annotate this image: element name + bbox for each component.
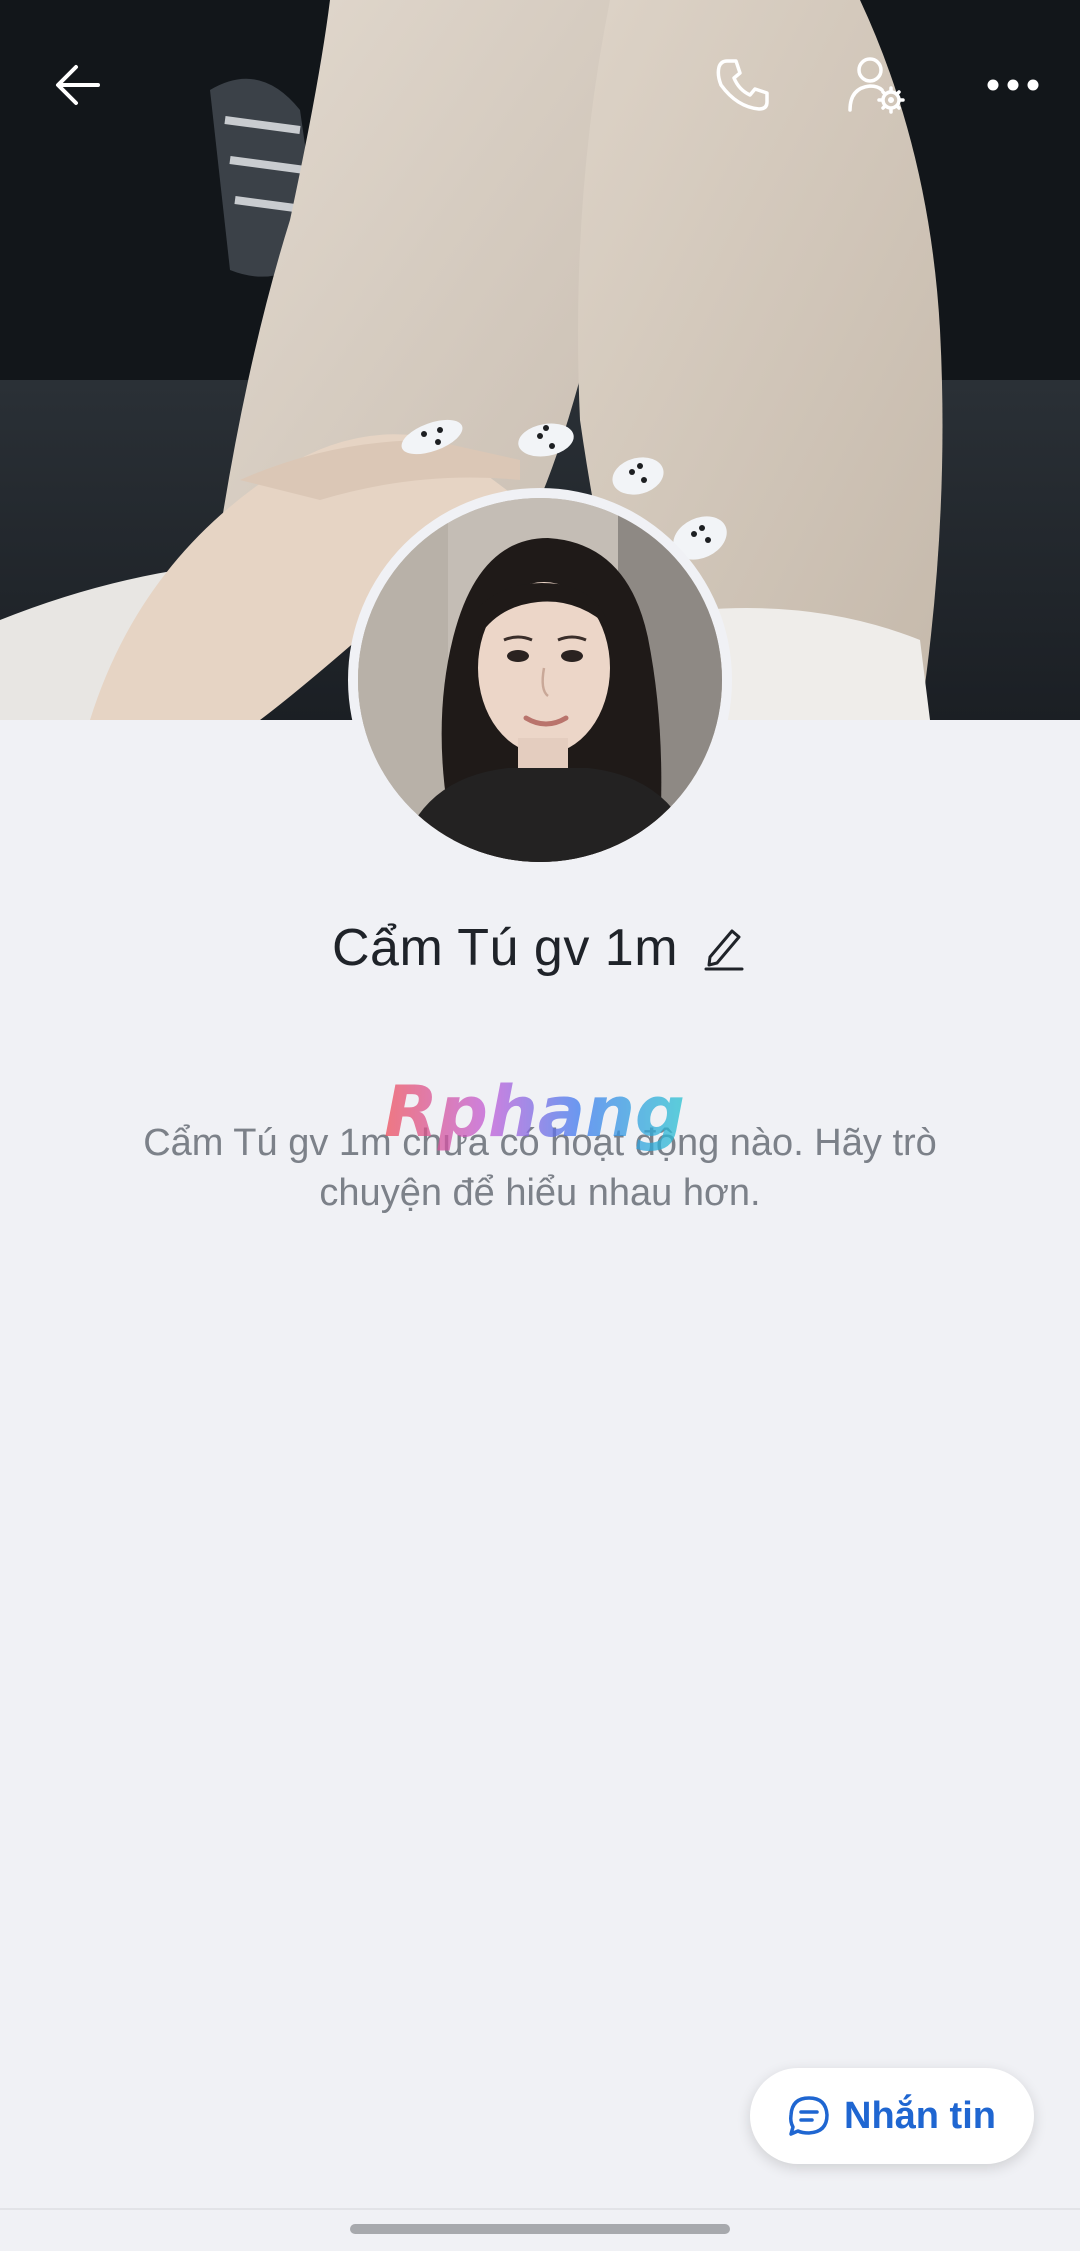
phone-icon	[716, 59, 769, 111]
arrow-left-icon	[56, 65, 100, 105]
home-indicator[interactable]	[350, 2224, 730, 2234]
profile-page: Cẩm Tú gv 1m Cẩm Tú gv 1m chưa có hoạt đ…	[0, 0, 1080, 2251]
pencil-icon	[704, 929, 744, 971]
more-options-button[interactable]	[968, 40, 1058, 130]
svg-text:Rphang: Rphang	[384, 1072, 685, 1153]
profile-name-row: Cẩm Tú gv 1m	[0, 908, 1080, 988]
back-button[interactable]	[33, 40, 123, 130]
profile-name: Cẩm Tú gv 1m	[331, 919, 679, 977]
edit-name-button[interactable]	[700, 921, 748, 975]
chat-bubble-icon	[789, 2096, 829, 2136]
message-button-label: Nhắn tin	[844, 2094, 996, 2137]
call-button[interactable]	[698, 40, 788, 130]
avatar-photo	[358, 498, 722, 862]
profile-settings-button[interactable]	[832, 40, 922, 130]
more-horizontal-icon	[987, 79, 1039, 91]
message-button[interactable]: Nhắn tin	[750, 2068, 1034, 2164]
user-settings-icon	[848, 57, 905, 114]
avatar[interactable]	[348, 488, 732, 872]
watermark-logo: Rphang	[384, 1072, 685, 1153]
top-bar	[0, 0, 1080, 170]
bottom-divider	[0, 2208, 1080, 2210]
